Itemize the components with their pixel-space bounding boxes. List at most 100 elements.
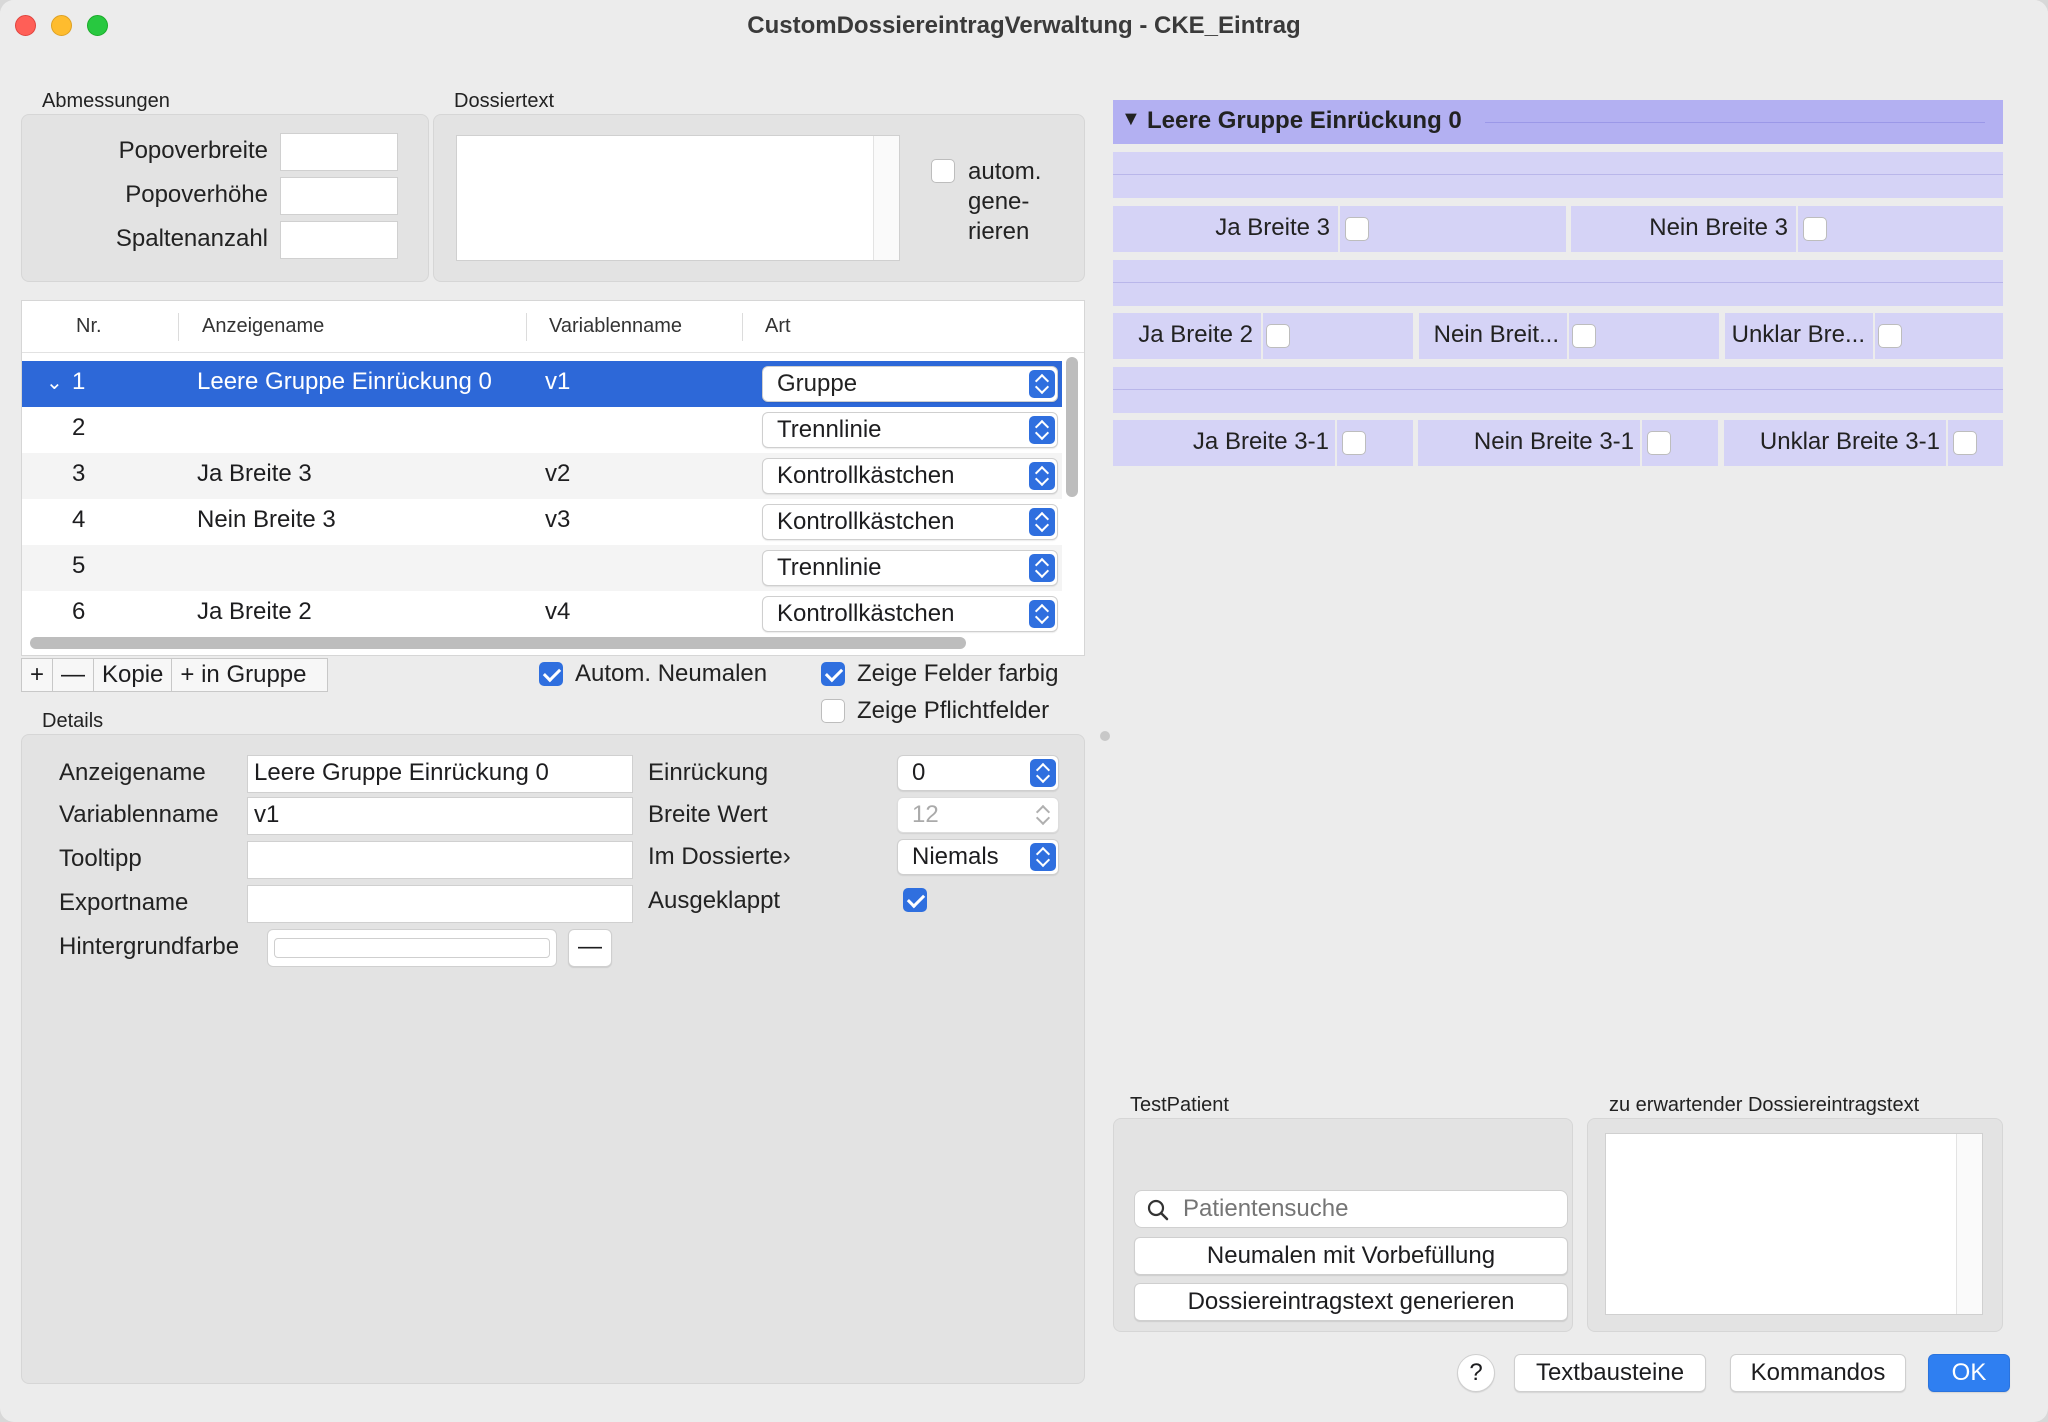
einrueckung-label: Einrückung <box>648 759 769 786</box>
preview-group-header[interactable]: ▼ Leere Gruppe Einrückung 0 <box>1113 100 2003 144</box>
im-dossiertext-label: Im Dossierte› <box>648 843 791 870</box>
textbausteine-button[interactable]: Textbausteine <box>1514 1354 1706 1392</box>
hintergrundfarbe-color-well[interactable] <box>267 929 557 967</box>
column-header-variablenname[interactable]: Variablenname <box>549 315 682 338</box>
disclosure-triangle-icon[interactable]: ▼ <box>1121 108 1141 131</box>
add-row-button[interactable]: + <box>22 659 54 691</box>
popoverhoehe-label: Popoverhöhe <box>125 181 268 208</box>
dossiertext-scrollbar[interactable] <box>873 136 899 260</box>
preview-ja-breite-2-label: Ja Breite 2 <box>1138 321 1253 348</box>
zeige-pflichtfelder-label: Zeige Pflichtfelder <box>857 697 1050 724</box>
art-popup[interactable]: Gruppe <box>762 366 1058 402</box>
art-popup[interactable]: Kontrollkästchen <box>762 596 1058 632</box>
preview-nein-breite-3-1-label: Nein Breite 3-1 <box>1473 428 1634 455</box>
remove-row-button[interactable]: — <box>53 659 95 691</box>
dossiertext-box: autom. gene- rieren <box>433 114 1085 282</box>
patient-search-input[interactable] <box>1181 1194 1561 1224</box>
fields-table: Nr. Anzeigename Variablenname Art ⌄ 1 Le… <box>21 300 1085 656</box>
title-bar: CustomDossiereintragVerwaltung - CKE_Ein… <box>0 0 2048 52</box>
column-header-nr[interactable]: Nr. <box>76 315 102 338</box>
abmessungen-box: Popoverbreite Popoverhöhe Spaltenanzahl <box>21 114 429 282</box>
popoverhoehe-field[interactable] <box>280 177 398 215</box>
exportname-label: Exportname <box>59 889 189 916</box>
preview-separator <box>1113 260 2003 306</box>
table-row[interactable]: 2 Trennlinie <box>22 407 1062 453</box>
copy-row-button[interactable]: Kopie <box>94 659 173 691</box>
preview-nein-breite-2-checkbox[interactable] <box>1572 324 1596 348</box>
zeige-felder-farbig-label: Zeige Felder farbig <box>857 660 1059 687</box>
window-title: CustomDossiereintragVerwaltung - CKE_Ein… <box>747 12 1301 39</box>
autom-neumalen-label: Autom. Neumalen <box>575 660 768 687</box>
anzeigename-field[interactable]: Leere Gruppe Einrückung 0 <box>247 755 633 793</box>
im-dossiertext-popup[interactable]: Niemals <box>897 839 1059 875</box>
expected-text-scrollbar[interactable] <box>1956 1134 1982 1314</box>
preview-separator <box>1113 152 2003 198</box>
help-button[interactable]: ? <box>1457 1354 1495 1392</box>
testpatient-label: TestPatient <box>1130 1094 1229 1116</box>
art-popup[interactable]: Kontrollkästchen <box>762 504 1058 540</box>
dossiertext-label: Dossiertext <box>454 90 555 112</box>
split-view-handle[interactable] <box>1100 731 1110 741</box>
table-row[interactable]: ⌄ 1 Leere Gruppe Einrückung 0 v1 Gruppe <box>22 361 1062 407</box>
art-popup[interactable]: Kontrollkästchen <box>762 458 1058 494</box>
popoverbreite-field[interactable] <box>280 133 398 171</box>
expected-text-area[interactable] <box>1605 1133 1983 1315</box>
breite-wert-stepper: 12 <box>897 797 1059 833</box>
autom-generieren-checkbox[interactable] <box>931 159 955 183</box>
preview-nein-breite-3-1-checkbox[interactable] <box>1647 431 1671 455</box>
tooltipp-field[interactable] <box>247 841 633 879</box>
preview-ja-breite-3-1-label: Ja Breite 3-1 <box>1192 428 1329 455</box>
expected-text-box <box>1587 1118 2003 1332</box>
patient-search-field[interactable] <box>1134 1190 1568 1228</box>
table-header: Nr. Anzeigename Variablenname Art <box>22 301 1084 353</box>
column-header-anzeigename[interactable]: Anzeigename <box>202 315 324 338</box>
art-popup[interactable]: Trennlinie <box>762 412 1058 448</box>
preview-nein-breite-3-checkbox[interactable] <box>1803 217 1827 241</box>
preview-ja-breite-3-1-checkbox[interactable] <box>1342 431 1366 455</box>
preview-ja-breite-3-checkbox[interactable] <box>1345 217 1369 241</box>
hintergrundfarbe-label: Hintergrundfarbe <box>59 933 240 960</box>
popoverbreite-label: Popoverbreite <box>118 137 268 164</box>
table-row[interactable]: 5 Trennlinie <box>22 545 1062 591</box>
preview-unklar-breite-3-1-label: Unklar Breite 3-1 <box>1759 428 1940 455</box>
kommandos-button[interactable]: Kommandos <box>1730 1354 1906 1392</box>
add-in-group-button[interactable]: + in Gruppe <box>172 659 326 691</box>
table-row[interactable]: 6 Ja Breite 2 v4 Kontrollkästchen <box>22 591 1062 637</box>
variablenname-field[interactable]: v1 <box>247 797 633 835</box>
table-toolbar: + — Kopie + in Gruppe <box>21 658 328 692</box>
column-header-art[interactable]: Art <box>765 315 791 338</box>
dossiertext-textarea[interactable] <box>456 135 900 261</box>
table-horizontal-scrollbar[interactable] <box>30 637 966 649</box>
autom-neumalen-checkbox[interactable] <box>539 662 563 686</box>
dialog-window: CustomDossiereintragVerwaltung - CKE_Ein… <box>0 0 2048 1422</box>
spaltenanzahl-label: Spaltenanzahl <box>115 225 268 252</box>
ok-button[interactable]: OK <box>1928 1354 2010 1392</box>
testpatient-box: Neumalen mit Vorbefüllung Dossiereintrag… <box>1113 1118 1573 1332</box>
neumalen-mit-vorbefuellung-button[interactable]: Neumalen mit Vorbefüllung <box>1134 1237 1568 1275</box>
details-box: Anzeigename Leere Gruppe Einrückung 0 Va… <box>21 734 1085 1384</box>
abmessungen-label: Abmessungen <box>42 90 170 112</box>
anzeigename-label: Anzeigename <box>59 759 206 786</box>
table-vertical-scrollbar[interactable] <box>1066 357 1078 497</box>
ausgeklappt-checkbox[interactable] <box>903 888 927 912</box>
breite-wert-label: Breite Wert <box>648 801 768 828</box>
preview-unklar-breite-2-checkbox[interactable] <box>1878 324 1902 348</box>
art-popup[interactable]: Trennlinie <box>762 550 1058 586</box>
exportname-field[interactable] <box>247 885 633 923</box>
preview-ja-breite-2-checkbox[interactable] <box>1266 324 1290 348</box>
table-row[interactable]: 4 Nein Breite 3 v3 Kontrollkästchen <box>22 499 1062 545</box>
variablenname-label: Variablenname <box>59 801 219 828</box>
details-label: Details <box>42 710 104 732</box>
zeige-pflichtfelder-checkbox[interactable] <box>821 699 845 723</box>
preview-unklar-breite-3-1-checkbox[interactable] <box>1953 431 1977 455</box>
expected-text-label: zu erwartender Dossiereintragstext <box>1609 1094 1920 1116</box>
einrueckung-stepper[interactable]: 0 <box>897 755 1059 791</box>
disclosure-chevron-icon[interactable]: ⌄ <box>46 370 63 395</box>
clear-color-button[interactable]: — <box>568 929 612 967</box>
table-row[interactable]: 3 Ja Breite 3 v2 Kontrollkästchen <box>22 453 1062 499</box>
dossiereintragstext-generieren-button[interactable]: Dossiereintragstext generieren <box>1134 1283 1568 1321</box>
autom-generieren-label: autom. gene- rieren <box>968 158 1042 245</box>
zeige-felder-farbig-checkbox[interactable] <box>821 662 845 686</box>
spaltenanzahl-field[interactable] <box>280 221 398 259</box>
preview-nein-breite-2-label: Nein Breit... <box>1433 321 1559 348</box>
